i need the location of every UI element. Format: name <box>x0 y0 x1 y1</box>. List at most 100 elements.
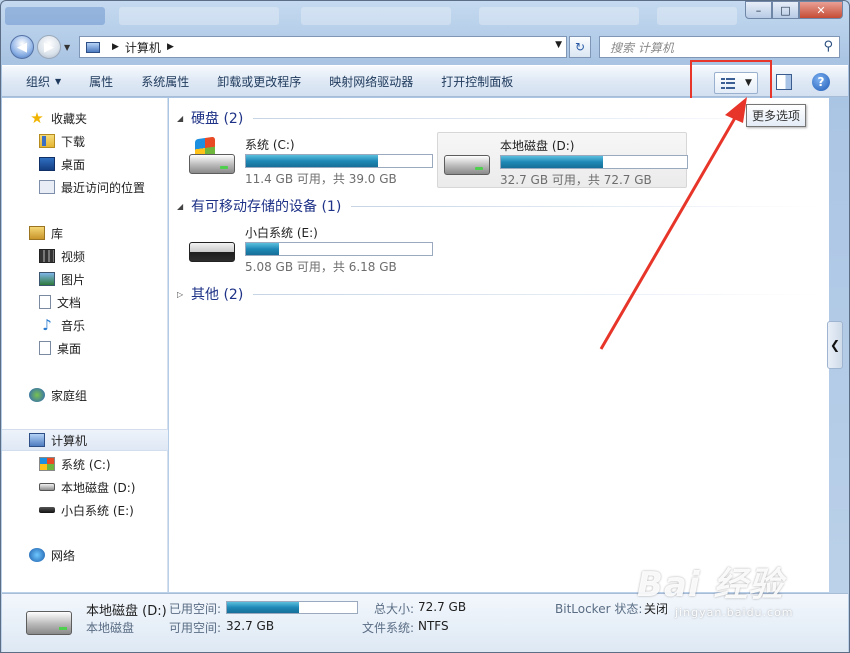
address-row: ◀ ▶ ▼ ▶ 计算机 ▶ ▼ ↻ 搜索 计算机 ⚲ <box>1 31 849 63</box>
group-header-hard-disks[interactable]: ◢ 硬盘 (2) <box>177 108 819 128</box>
drive-tile-d[interactable]: 本地磁盘 (D:) 32.7 GB 可用，共 72.7 GB <box>437 132 688 188</box>
star-icon: ★ <box>30 109 44 127</box>
blurred-tab <box>301 7 451 25</box>
desktop-library-icon <box>39 341 51 355</box>
total-size-value: 72.7 GB <box>418 600 467 614</box>
collapse-icon[interactable]: ◢ <box>177 202 191 211</box>
map-network-drive-button[interactable]: 映射网络驱动器 <box>315 69 427 93</box>
computer-icon <box>29 433 45 447</box>
sidebar-item-library-desktop[interactable]: 桌面 <box>2 337 168 359</box>
sidebar-item-label: 计算机 <box>51 433 88 448</box>
sidebar-item-label: 家庭组 <box>51 388 88 403</box>
title-bar: – □ ✕ <box>1 1 849 31</box>
sidebar-item-documents[interactable]: 文档 <box>2 291 168 313</box>
back-button[interactable]: ◀ <box>10 35 34 59</box>
sidebar-item-drive-e[interactable]: 小白系统 (E:) <box>2 499 168 521</box>
search-icon[interactable]: ⚲ <box>823 39 833 54</box>
hard-drive-icon <box>189 154 235 174</box>
free-space-label: 可用空间: <box>169 621 222 635</box>
hard-drive-icon <box>442 137 492 183</box>
close-button[interactable]: ✕ <box>799 1 843 19</box>
group-header-removable[interactable]: ◢ 有可移动存储的设备 (1) <box>177 196 819 216</box>
search-placeholder: 搜索 计算机 <box>610 40 674 55</box>
drive-usage-fill <box>501 156 604 168</box>
properties-button[interactable]: 属性 <box>75 69 127 93</box>
desktop-icon <box>39 157 55 171</box>
more-options-tooltip: 更多选项 <box>746 104 807 127</box>
drive-free-space: 5.08 GB 可用，共 6.18 GB <box>245 260 397 274</box>
collapse-icon[interactable]: ◢ <box>177 114 191 123</box>
window-controls: – □ ✕ <box>745 1 843 19</box>
forward-button[interactable]: ▶ <box>37 35 61 59</box>
computer-icon <box>86 41 100 53</box>
recent-pages-dropdown[interactable]: ▼ <box>64 43 70 52</box>
show-pane-button[interactable]: ❮ <box>827 321 843 369</box>
sidebar-item-pictures[interactable]: 图片 <box>2 268 168 290</box>
open-control-panel-button[interactable]: 打开控制面板 <box>427 69 527 93</box>
drive-tile-c[interactable]: 系统 (C:) 11.4 GB 可用，共 39.0 GB <box>183 132 433 188</box>
uninstall-program-button[interactable]: 卸载或更改程序 <box>203 69 315 93</box>
blurred-tab <box>657 7 737 25</box>
chevron-down-icon: ▼ <box>55 76 62 86</box>
group-title: 硬盘 (2) <box>191 111 244 127</box>
breadcrumb-computer[interactable]: 计算机 <box>125 39 161 56</box>
baidu-watermark: Bai 经验 jingyan.baidu.com <box>637 557 794 619</box>
explorer-window: – □ ✕ ◀ ▶ ▼ ▶ 计算机 ▶ ▼ ↻ 搜索 计算机 ⚲ 组织 ▼ 属性 … <box>0 0 850 653</box>
sidebar-item-label: 桌面 <box>61 157 86 172</box>
organize-button[interactable]: 组织 ▼ <box>2 69 75 93</box>
sidebar-item-computer[interactable]: 计算机 <box>2 429 168 451</box>
watermark-url: jingyan.baidu.com <box>675 606 794 619</box>
sidebar-item-label: 图片 <box>61 272 86 287</box>
drive-name: 本地磁盘 (D:) <box>500 139 575 153</box>
sidebar-item-drive-c[interactable]: 系统 (C:) <box>2 453 168 475</box>
sidebar-item-label: 收藏夹 <box>51 111 88 126</box>
preview-pane-button[interactable] <box>776 74 792 90</box>
drive-usage-bar <box>500 155 688 169</box>
library-icon <box>29 226 45 240</box>
sidebar-item-downloads[interactable]: 下载 <box>2 130 168 152</box>
group-header-other[interactable]: ▷ 其他 (2) <box>177 284 819 304</box>
recent-places-icon <box>39 180 55 194</box>
sidebar-item-network[interactable]: 网络 <box>2 544 168 566</box>
sidebar-item-videos[interactable]: 视频 <box>2 245 168 267</box>
sidebar-item-recent-places[interactable]: 最近访问的位置 <box>2 176 168 198</box>
change-view-button[interactable]: ▼ <box>714 72 758 94</box>
drive-name: 小白系统 (E:) <box>245 226 318 240</box>
sidebar-item-desktop[interactable]: 桌面 <box>2 153 168 175</box>
help-button[interactable]: ? <box>812 73 830 91</box>
expand-icon[interactable]: ▷ <box>177 290 191 299</box>
address-history-dropdown[interactable]: ▼ <box>555 40 562 50</box>
sidebar-item-label: 库 <box>51 226 64 241</box>
chevron-down-icon[interactable]: ▼ <box>745 78 752 88</box>
file-system-value: NTFS <box>418 619 449 633</box>
drive-free-space: 32.7 GB 可用，共 72.7 GB <box>500 173 652 187</box>
minimize-button[interactable]: – <box>745 1 772 19</box>
sidebar-item-drive-d[interactable]: 本地磁盘 (D:) <box>2 476 168 498</box>
breadcrumb-separator[interactable]: ▶ <box>167 42 174 52</box>
sidebar-item-music[interactable]: ♪ 音乐 <box>2 314 168 336</box>
hard-drive-icon <box>26 611 72 635</box>
system-properties-button[interactable]: 系统属性 <box>127 69 203 93</box>
drive-name: 系统 (C:) <box>245 138 295 152</box>
sidebar-item-homegroup[interactable]: 家庭组 <box>2 384 168 406</box>
usb-drive-icon <box>187 224 237 270</box>
document-icon <box>39 295 51 309</box>
sidebar-item-label: 本地磁盘 (D:) <box>61 480 136 495</box>
homegroup-icon <box>29 388 45 402</box>
blurred-tab <box>119 7 279 25</box>
content-pane: ◢ 硬盘 (2) 系统 (C:) 11.4 GB 可用，共 39.0 GB 本地… <box>169 98 829 592</box>
drive-tile-e[interactable]: 小白系统 (E:) 5.08 GB 可用，共 6.18 GB <box>183 220 433 276</box>
sidebar-item-libraries[interactable]: 库 <box>2 222 168 244</box>
breadcrumb-separator[interactable]: ▶ <box>112 42 119 52</box>
maximize-button[interactable]: □ <box>772 1 799 19</box>
used-space-label: 已用空间: <box>169 602 222 616</box>
refresh-button[interactable]: ↻ <box>569 36 591 58</box>
address-bar[interactable]: ▶ 计算机 ▶ ▼ <box>79 36 567 58</box>
search-input[interactable]: 搜索 计算机 ⚲ <box>599 36 840 58</box>
blurred-tab <box>479 7 639 25</box>
group-divider <box>351 205 819 207</box>
group-divider <box>253 293 819 295</box>
network-icon <box>29 548 45 562</box>
sidebar-item-favorites[interactable]: ★ 收藏夹 <box>2 107 168 129</box>
organize-label: 组织 <box>26 74 51 89</box>
